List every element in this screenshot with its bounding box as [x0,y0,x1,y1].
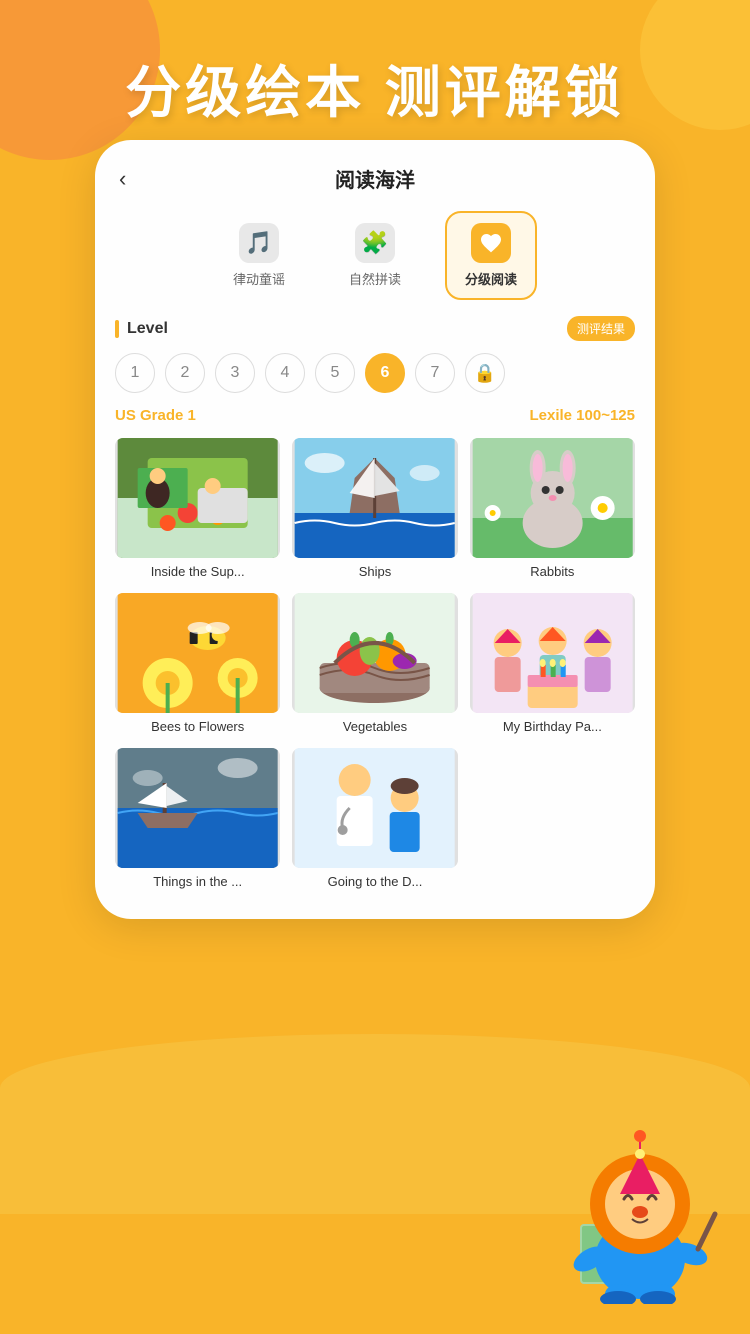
level-numbers: 1 2 3 4 5 6 7 🔒 [115,353,635,393]
mascot [550,1104,730,1304]
tab-graded-label: 分级阅读 [465,269,517,288]
book-cover-birthday [470,593,635,713]
book-item-rabbits[interactable]: Rabbits [470,438,635,581]
level-num-3[interactable]: 3 [215,353,255,393]
tab-rhythm-label: 律动童谣 [233,269,285,288]
tab-graded-icon [471,223,511,263]
book-title-vegetables: Vegetables [292,719,457,736]
book-item-doctor[interactable]: Going to the D... [292,748,457,891]
tab-phonics-label: 自然拼读 [349,269,401,288]
book-title-doctor: Going to the D... [292,874,457,891]
level-num-6[interactable]: 6 [365,353,405,393]
level-row: Level 测评结果 [115,316,635,341]
book-item-vegetables[interactable]: Vegetables [292,593,457,736]
level-label: Level [115,320,168,338]
book-cover-things [115,748,280,868]
book-cover-ships [292,438,457,558]
book-title-supermarket: Inside the Sup... [115,564,280,581]
level-num-5[interactable]: 5 [315,353,355,393]
tab-rhythm-icon: 🎵 [239,223,279,263]
level-bar-decoration [115,320,119,338]
book-item-supermarket[interactable]: Inside the Sup... [115,438,280,581]
card-header: ‹ 阅读海洋 [115,164,635,193]
book-title-bees: Bees to Flowers [115,719,280,736]
tab-graded[interactable]: 分级阅读 [445,211,537,300]
level-lock[interactable]: 🔒 [465,353,505,393]
level-num-4[interactable]: 4 [265,353,305,393]
book-cover-rabbits [470,438,635,558]
book-title-rabbits: Rabbits [470,564,635,581]
level-num-1[interactable]: 1 [115,353,155,393]
book-grid: Inside the Sup... [115,438,635,891]
book-item-things[interactable]: Things in the ... [115,748,280,891]
book-cover-vegetables [292,593,457,713]
phone-card: ‹ 阅读海洋 🎵 律动童谣 🧩 自然拼读 分级阅读 Level 测 [95,140,655,919]
tab-phonics-icon: 🧩 [355,223,395,263]
book-cover-doctor [292,748,457,868]
book-item-ships[interactable]: Ships [292,438,457,581]
level-num-2[interactable]: 2 [165,353,205,393]
tab-rhythm[interactable]: 🎵 律动童谣 [213,211,305,300]
page-title: 阅读海洋 [335,164,415,193]
tabs-row: 🎵 律动童谣 🧩 自然拼读 分级阅读 [115,211,635,300]
book-item-birthday[interactable]: My Birthday Pa... [470,593,635,736]
tab-phonics[interactable]: 🧩 自然拼读 [329,211,421,300]
grade-lexile: Lexile 100~125 [529,407,635,424]
book-title-birthday: My Birthday Pa... [470,719,635,736]
hero-title: 分级绘本 测评解锁 [0,48,750,129]
book-title-ships: Ships [292,564,457,581]
book-item-bees[interactable]: Bees to Flowers [115,593,280,736]
grade-us: US Grade 1 [115,407,196,424]
book-cover-supermarket [115,438,280,558]
book-cover-bees [115,593,280,713]
book-title-things: Things in the ... [115,874,280,891]
back-button[interactable]: ‹ [119,166,126,192]
grade-info: US Grade 1 Lexile 100~125 [115,407,635,424]
assessment-badge[interactable]: 测评结果 [567,316,635,341]
level-num-7[interactable]: 7 [415,353,455,393]
